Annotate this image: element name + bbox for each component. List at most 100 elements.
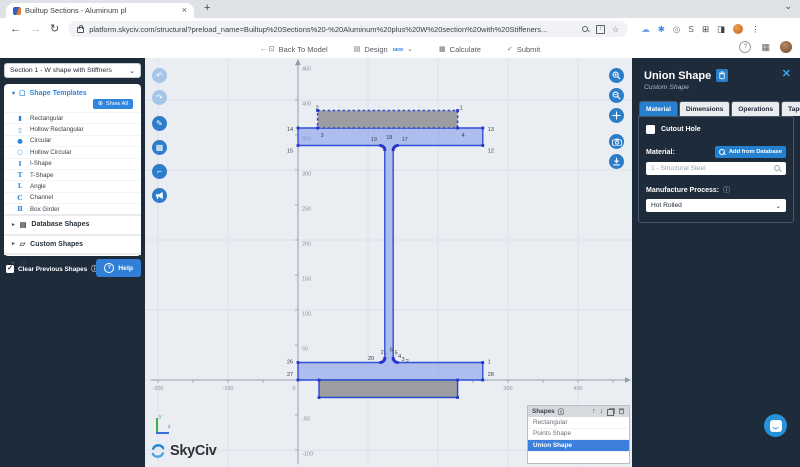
show-all-button[interactable]: ⊕ Show All — [93, 99, 133, 109]
top-plate-selected[interactable] — [318, 111, 458, 129]
sidebar-group-database-shapes[interactable]: ▸▤Database Shapes — [4, 214, 141, 233]
chat-launcher-button[interactable] — [764, 414, 787, 437]
nav-item-back-to-model[interactable]: ← ⊡Back To Model — [260, 45, 328, 54]
shape-vertex[interactable] — [456, 109, 459, 112]
nav-item-calculate[interactable]: ▦Calculate — [439, 45, 481, 54]
manufacture-process-select[interactable]: Hot Rolled ⌄ — [646, 199, 786, 212]
template-item-i-shape[interactable]: II-Shape — [4, 158, 141, 169]
shape-vertex[interactable] — [392, 357, 395, 360]
share-icon[interactable]: ↑ — [596, 25, 605, 34]
shape-vertex[interactable] — [316, 127, 319, 130]
delete-shape-button[interactable] — [716, 69, 728, 82]
shape-vertex[interactable] — [456, 396, 459, 399]
address-bar[interactable]: platform.skyciv.com/structural?preload_n… — [68, 21, 628, 37]
move-up-icon[interactable]: ↑ — [592, 408, 596, 415]
shape-vertex[interactable] — [481, 144, 484, 147]
nav-item-design[interactable]: ▤DesignNEW⌄ — [354, 45, 413, 54]
new-tab-button[interactable]: + — [204, 2, 210, 14]
shapes-row-points-shape[interactable]: Points Shape — [528, 429, 629, 441]
shape-vertex[interactable] — [456, 379, 459, 382]
puzzle-extension-icon[interactable]: ⊞ — [702, 25, 709, 34]
sidebar-group-custom-shapes[interactable]: ▸▱Custom Shapes — [4, 234, 141, 253]
settings-flower-icon[interactable]: ✱ — [658, 25, 665, 34]
grid-snap-button[interactable]: ▦ — [152, 140, 167, 155]
shape-vertex[interactable] — [383, 357, 386, 360]
shapes-row-rectangular[interactable]: Rectangular — [528, 417, 629, 429]
corner-tool-button[interactable]: ⌐ — [152, 164, 167, 179]
pan-button[interactable] — [609, 108, 624, 123]
bookmark-star-icon[interactable]: ☆ — [612, 25, 619, 34]
forward-button[interactable]: → — [30, 24, 41, 35]
shape-vertex[interactable] — [456, 127, 459, 130]
help-button[interactable]: ? Help — [96, 259, 141, 277]
redo-button[interactable]: ↷ — [152, 90, 167, 105]
template-item-circular[interactable]: ●Circular — [4, 135, 141, 146]
s-extension-icon[interactable]: S — [688, 25, 694, 34]
template-item-angle[interactable]: LAngle — [4, 180, 141, 191]
tab-strip-chevron-icon[interactable]: ⌄ — [784, 1, 792, 12]
checkbox-unchecked-icon[interactable] — [646, 125, 655, 134]
shape-vertex[interactable] — [297, 144, 300, 147]
side-panel-icon[interactable]: ◨ — [717, 25, 725, 34]
shape-vertex[interactable] — [297, 127, 300, 130]
profile-avatar[interactable] — [733, 24, 743, 34]
template-item-rectangular[interactable]: ▮Rectangular — [4, 112, 141, 123]
nav-item-submit[interactable]: ✓Submit — [507, 45, 540, 54]
browser-tab[interactable]: Builtup Sections - Aluminum pl × — [6, 3, 194, 18]
section-select[interactable]: Section 1 - W shape with Stiffners ⌄ — [4, 63, 141, 78]
shape-vertex[interactable] — [481, 379, 484, 382]
user-avatar[interactable] — [780, 41, 792, 53]
info-icon[interactable]: ⓘ — [558, 407, 564, 416]
shape-vertex[interactable] — [481, 361, 484, 364]
tab-operations[interactable]: Operations — [731, 101, 780, 116]
search-icon[interactable] — [582, 26, 589, 33]
download-button[interactable] — [609, 154, 624, 169]
bottom-plate[interactable] — [319, 380, 458, 398]
shape-vertex[interactable] — [392, 148, 395, 151]
tab-material[interactable]: Material — [639, 101, 678, 116]
tab-taper[interactable]: Taper — [781, 101, 800, 116]
shape-vertex[interactable] — [481, 127, 484, 130]
checkbox-checked-icon[interactable]: ✓ — [6, 265, 14, 273]
draw-pencil-button[interactable]: ✎ — [152, 116, 167, 131]
template-item-t-shape[interactable]: TT-Shape — [4, 169, 141, 180]
snapshot-camera-button[interactable] — [609, 134, 624, 149]
template-item-hollow-circular[interactable]: ○Hollow Circular — [4, 146, 141, 157]
cutout-hole-row[interactable]: Cutout Hole — [646, 125, 786, 134]
shape-templates-header[interactable]: ▾ ▢ Shape Templates — [4, 86, 141, 99]
template-item-box-girder[interactable]: ⅡBox Girder — [4, 203, 141, 214]
cloud-extension-icon[interactable]: ☁ — [641, 25, 650, 34]
menu-dots-icon[interactable]: ⋮ — [751, 25, 760, 34]
material-search-field[interactable] — [646, 162, 786, 175]
section-canvas[interactable]: 45040035030025020015010050-50-100-200-10… — [145, 58, 632, 467]
union-shape-polygon[interactable] — [298, 128, 483, 380]
reload-button[interactable]: ↻ — [50, 24, 59, 35]
help-circle-icon[interactable]: ? — [739, 41, 751, 53]
shape-vertex[interactable] — [297, 379, 300, 382]
info-icon[interactable]: ⓘ — [723, 185, 730, 195]
shapes-row-union-shape[interactable]: Union Shape — [528, 440, 629, 452]
url-text[interactable]: platform.skyciv.com/structural?preload_n… — [89, 25, 577, 34]
apps-grid-icon[interactable]: ▦ — [761, 42, 770, 53]
feedback-megaphone-button[interactable] — [152, 188, 167, 203]
shape-vertex[interactable] — [318, 379, 321, 382]
tab-close-icon[interactable]: × — [182, 6, 187, 15]
undo-button[interactable]: ↶ — [152, 68, 167, 83]
back-button[interactable]: ← — [10, 24, 21, 35]
tab-dimensions[interactable]: Dimensions — [679, 101, 730, 116]
zoom-in-button[interactable] — [609, 68, 624, 83]
close-icon[interactable]: ✕ — [782, 67, 791, 80]
meet-extension-icon[interactable]: ◎ — [673, 25, 680, 34]
duplicate-icon[interactable] — [607, 409, 614, 416]
move-down-icon[interactable]: ↓ — [600, 408, 604, 415]
template-item-hollow-rectangular[interactable]: ▯Hollow Rectangular — [4, 123, 141, 134]
shape-vertex[interactable] — [383, 148, 386, 151]
zoom-out-button[interactable] — [609, 88, 624, 103]
delete-icon[interactable] — [618, 407, 625, 417]
template-item-channel[interactable]: CChannel — [4, 192, 141, 203]
add-from-database-button[interactable]: Add from Database — [715, 146, 786, 158]
shape-vertex[interactable] — [297, 361, 300, 364]
material-input[interactable] — [651, 165, 771, 172]
clear-previous-shapes[interactable]: ✓ Clear Previous Shapes ⓘ — [6, 264, 98, 274]
shape-vertex[interactable] — [318, 396, 321, 399]
